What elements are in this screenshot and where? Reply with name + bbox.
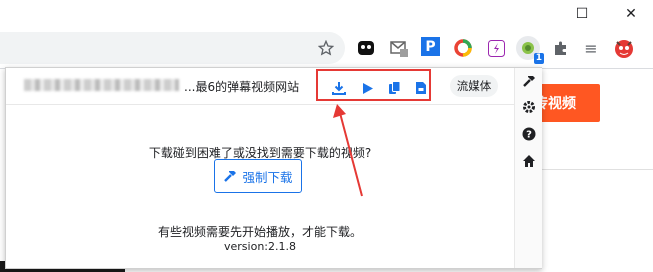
save-file-button[interactable]	[413, 80, 429, 96]
version-label: version:2.1.8	[224, 240, 296, 253]
popup-header: ...最6的弹幕视频网站 流媒体	[6, 68, 514, 105]
lightning-icon	[487, 39, 505, 57]
download-button[interactable]	[331, 80, 347, 96]
star-icon	[318, 40, 334, 56]
home-button[interactable]	[521, 153, 536, 168]
play-button[interactable]	[359, 80, 375, 96]
browser-toolbar: P 1 ≡	[0, 28, 653, 69]
address-bar[interactable]	[0, 32, 345, 64]
svg-text:?: ?	[526, 129, 532, 140]
close-window-button[interactable]: ✕	[609, 0, 653, 28]
copy-icon	[388, 81, 400, 94]
restore-window-button[interactable]: ☐	[560, 0, 604, 28]
reading-list-button[interactable]: ≡	[580, 37, 602, 59]
help-icon: ?	[522, 127, 535, 140]
home-icon	[522, 154, 535, 167]
play-icon	[362, 82, 373, 94]
ghost-icon	[358, 41, 374, 55]
popup-sidebar: ?	[514, 68, 542, 268]
profile-avatar-button[interactable]	[611, 35, 637, 61]
extension-lightning-button[interactable]	[485, 37, 507, 59]
puzzle-icon	[555, 41, 566, 55]
playback-note: 有些视频需要先开始播放，才能下载。	[157, 225, 362, 239]
extension-popup: ...最6的弹幕视频网站 流媒体 下载碰到困难了或没找到需要下载的视频? 强制下…	[5, 67, 542, 269]
highlight-box	[316, 69, 431, 101]
copy-button[interactable]	[386, 80, 402, 96]
tools-button[interactable]	[521, 73, 536, 88]
reading-list-icon: ≡	[584, 38, 598, 58]
extension-video-download-button[interactable]: 1	[516, 36, 544, 64]
hammer-icon	[224, 171, 237, 182]
hammer-icon	[522, 75, 535, 87]
window-titlebar: ☐ ✕	[0, 0, 653, 28]
extension-badge: 1	[533, 53, 544, 64]
bookmark-star-button[interactable]	[315, 37, 337, 59]
help-button[interactable]: ?	[521, 126, 536, 141]
stream-media-button[interactable]: 流媒体	[450, 75, 498, 97]
file-icon	[416, 82, 426, 94]
color-wheel-icon	[454, 39, 472, 57]
avatar-icon	[615, 40, 633, 58]
page-divider	[541, 169, 653, 170]
gear-icon	[522, 100, 535, 113]
extension-ghost-button[interactable]	[355, 37, 377, 59]
extension-color-button[interactable]	[452, 37, 474, 59]
force-download-button[interactable]: 强制下载	[214, 159, 302, 193]
settings-button[interactable]	[521, 99, 536, 114]
extension-p-button[interactable]: P	[421, 37, 440, 56]
force-download-label: 强制下载	[242, 169, 293, 185]
mail-icon	[390, 41, 408, 57]
p-letter-icon: P	[425, 38, 436, 55]
extension-gmail-button[interactable]	[388, 37, 410, 59]
close-icon: ✕	[625, 6, 637, 22]
blurred-page-title	[24, 79, 179, 91]
restore-icon: ☐	[575, 6, 589, 22]
extensions-puzzle-button[interactable]	[550, 37, 572, 59]
page-title: ...最6的弹幕视频网站	[184, 80, 300, 94]
download-icon	[332, 82, 346, 95]
stream-media-label: 流媒体	[456, 79, 492, 93]
